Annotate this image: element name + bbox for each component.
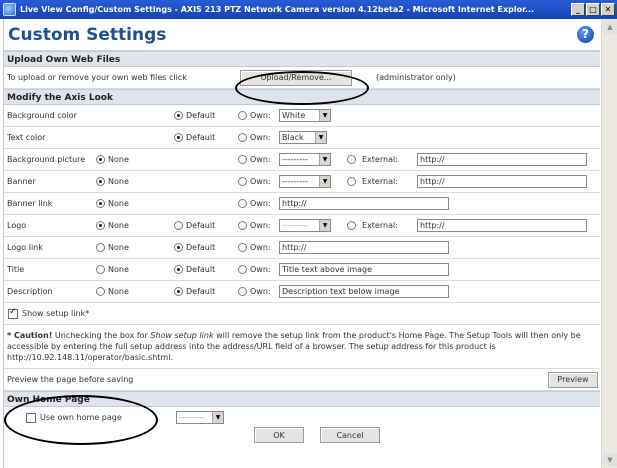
upload-note: (administrator only) — [376, 73, 456, 82]
radio-own[interactable] — [238, 111, 247, 120]
radio-none[interactable] — [96, 287, 105, 296]
chevron-down-icon: ▼ — [315, 132, 326, 143]
radio-none[interactable] — [96, 155, 105, 164]
look-row-text-color: Text color Default Own: Black ▼ — [4, 127, 600, 149]
radio-own[interactable] — [238, 265, 247, 274]
look-row-logo: Logo None Default Own: --------- ▼ Extern… — [4, 215, 600, 237]
row-label: Banner — [7, 177, 36, 186]
row-label: Description — [7, 287, 53, 296]
radio-default[interactable] — [174, 111, 183, 120]
chevron-down-icon: ▼ — [319, 176, 330, 187]
home-page-select[interactable]: --------- ▼ — [176, 411, 224, 424]
cancel-button[interactable]: Cancel — [320, 427, 380, 443]
radio-default[interactable] — [174, 133, 183, 142]
look-row-background-color: Background color Default Own: White ▼ — [4, 105, 600, 127]
description-text-input[interactable]: Description text below image — [279, 285, 449, 298]
row-label: Logo — [7, 221, 27, 230]
banner-url-input[interactable]: http:// — [417, 175, 587, 188]
maximize-button[interactable]: □ — [586, 3, 600, 16]
radio-external[interactable] — [347, 221, 356, 230]
background-color-select[interactable]: White ▼ — [279, 109, 331, 122]
look-row-banner: Banner None Own: --------- ▼ External: ht… — [4, 171, 600, 193]
close-button[interactable]: ✕ — [601, 3, 615, 16]
logo-url-input[interactable]: http:// — [417, 219, 587, 232]
vertical-scrollbar[interactable]: ▲ ▼ — [601, 19, 617, 468]
radio-own[interactable] — [238, 243, 247, 252]
window-title: Live View Config/Custom Settings - AXIS … — [20, 5, 535, 14]
logo-link-input[interactable]: http:// — [279, 241, 449, 254]
radio-own[interactable] — [238, 177, 247, 186]
radio-none[interactable] — [96, 177, 105, 186]
look-row-logo-link: Logo link None Default Own: http:// — [4, 237, 600, 259]
section-header-home: Own Home Page — [4, 391, 600, 407]
look-row-title: Title None Default Own: Title text above… — [4, 259, 600, 281]
show-setup-link-label: Show setup link* — [22, 309, 90, 318]
look-row-background-picture: Background picture None Own: --------- ▼ … — [4, 149, 600, 171]
chevron-down-icon: ▼ — [319, 110, 330, 121]
preview-row: Preview the page before saving Preview — [4, 369, 600, 391]
row-label: Background color — [7, 111, 77, 120]
chevron-down-icon: ▼ — [319, 220, 330, 231]
window-titlebar: Live View Config/Custom Settings - AXIS … — [0, 0, 617, 19]
section-header-upload: Upload Own Web Files — [4, 51, 600, 67]
title-text-input[interactable]: Title text above image — [279, 263, 449, 276]
background-picture-select[interactable]: --------- ▼ — [279, 153, 331, 166]
preview-button[interactable]: Preview — [548, 371, 598, 388]
radio-own[interactable] — [238, 155, 247, 164]
row-label: Banner link — [7, 199, 53, 208]
row-label: Text color — [7, 133, 46, 142]
show-setup-link-checkbox[interactable] — [8, 307, 18, 319]
use-own-home-page-label: Use own home page — [40, 413, 122, 422]
row-label: Background picture — [7, 155, 86, 164]
caution-note: * Caution! Unchecking the box for Show s… — [4, 325, 600, 369]
browser-icon — [3, 3, 16, 16]
form-actions: OK Cancel — [4, 427, 600, 443]
radio-default[interactable] — [174, 221, 183, 230]
background-picture-url-input[interactable]: http:// — [417, 153, 587, 166]
radio-external[interactable] — [347, 177, 356, 186]
banner-select[interactable]: --------- ▼ — [279, 175, 331, 188]
upload-text: To upload or remove your own web files c… — [7, 73, 187, 82]
radio-none[interactable] — [96, 265, 105, 274]
radio-own[interactable] — [238, 133, 247, 142]
radio-own[interactable] — [238, 199, 247, 208]
logo-select[interactable]: --------- ▼ — [279, 219, 331, 232]
chevron-down-icon: ▼ — [212, 412, 223, 423]
page-heading: Custom Settings ? — [4, 19, 600, 51]
text-color-select[interactable]: Black ▼ — [279, 131, 327, 144]
page-title: Custom Settings — [8, 24, 167, 45]
radio-external[interactable] — [347, 155, 356, 164]
scroll-down-icon[interactable]: ▼ — [603, 453, 617, 467]
ok-button[interactable]: OK — [254, 427, 304, 443]
chevron-down-icon: ▼ — [319, 154, 330, 165]
row-label: Logo link — [7, 243, 43, 252]
page-content: Custom Settings ? Upload Own Web Files T… — [3, 19, 600, 468]
upload-row: To upload or remove your own web files c… — [4, 67, 600, 89]
show-setup-link-row: Show setup link* — [4, 303, 600, 325]
radio-own[interactable] — [238, 221, 247, 230]
row-label: Title — [7, 265, 25, 274]
banner-link-input[interactable]: http:// — [279, 197, 449, 210]
minimize-button[interactable]: _ — [571, 3, 585, 16]
radio-own[interactable] — [238, 287, 247, 296]
radio-none[interactable] — [96, 221, 105, 230]
radio-none[interactable] — [96, 199, 105, 208]
radio-default[interactable] — [174, 243, 183, 252]
radio-default[interactable] — [174, 287, 183, 296]
radio-none[interactable] — [96, 243, 105, 252]
help-icon[interactable]: ? — [577, 26, 594, 43]
upload-remove-button[interactable]: Upload/Remove... — [240, 69, 352, 86]
scroll-up-icon[interactable]: ▲ — [603, 20, 617, 34]
use-own-home-page-checkbox[interactable] — [26, 412, 36, 423]
look-row-banner-link: Banner link None Own: http:// — [4, 193, 600, 215]
preview-text: Preview the page before saving — [7, 375, 134, 384]
radio-default[interactable] — [174, 265, 183, 274]
look-row-description: Description None Default Own: Descriptio… — [4, 281, 600, 303]
section-header-look: Modify the Axis Look — [4, 89, 600, 105]
home-page-row: Use own home page --------- ▼ — [4, 407, 600, 427]
